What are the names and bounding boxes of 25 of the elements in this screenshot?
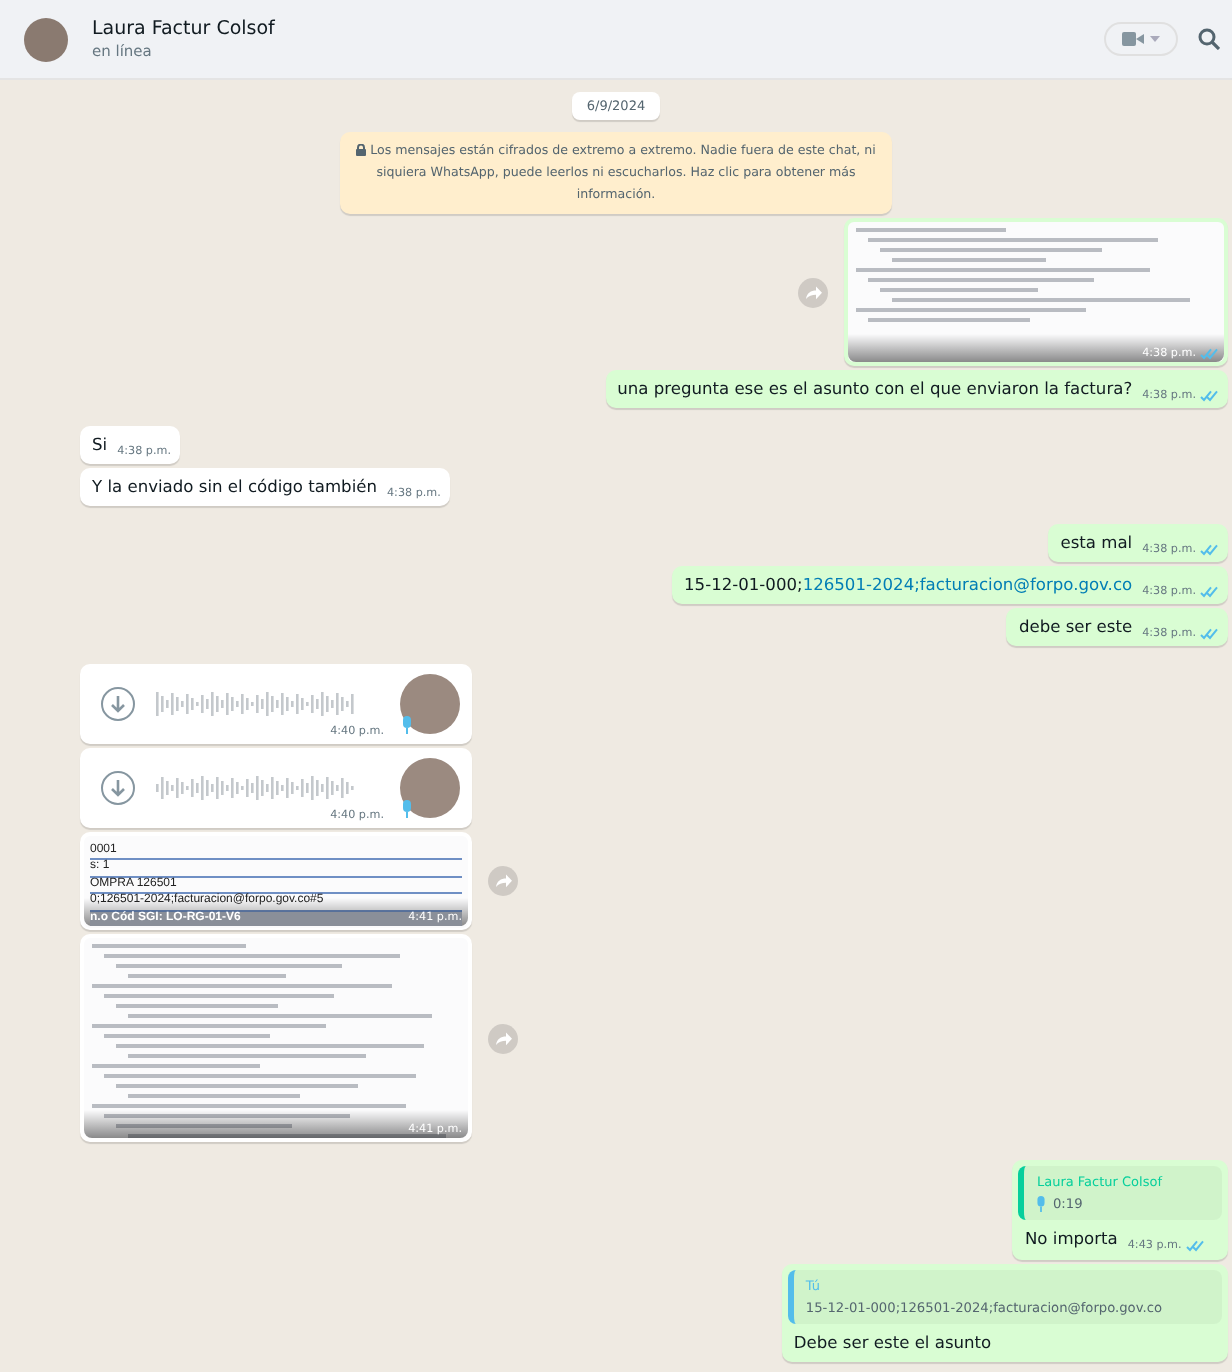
message-text: No importa [1024, 1228, 1118, 1248]
sender-avatar [400, 758, 460, 818]
contact-name: Laura Factur Colsof [92, 18, 277, 40]
message-text: 15-12-01-000;126501-2024;facturacion@forpo.gov.co [684, 574, 1133, 594]
video-camera-icon [1122, 32, 1144, 46]
forward-icon[interactable] [488, 1023, 518, 1053]
download-icon[interactable] [100, 770, 136, 806]
message-text: una pregunta ese es el asunto con el que enviaron la factura? [617, 378, 1133, 398]
message-text: Si [92, 434, 108, 454]
message-link[interactable]: 126501-2024;facturacion@forpo.gov.co [802, 574, 1133, 594]
contact-avatar[interactable] [24, 17, 68, 61]
video-call-button[interactable] [1104, 22, 1178, 56]
microphone-icon [402, 716, 412, 734]
search-icon[interactable] [1198, 28, 1220, 50]
sender-avatar [400, 674, 460, 734]
caret-icon [1150, 36, 1160, 42]
message-text: Y la enviado sin el código también [92, 476, 377, 496]
message-text: Debe ser este el asunto [793, 1332, 992, 1352]
message-text: esta mal [1060, 532, 1133, 552]
lock-icon [356, 144, 367, 156]
download-icon[interactable] [100, 686, 136, 722]
microphone-icon [402, 800, 412, 818]
message-text: debe ser este [1018, 616, 1133, 636]
forward-icon[interactable] [798, 277, 828, 307]
forward-icon[interactable] [488, 866, 518, 896]
